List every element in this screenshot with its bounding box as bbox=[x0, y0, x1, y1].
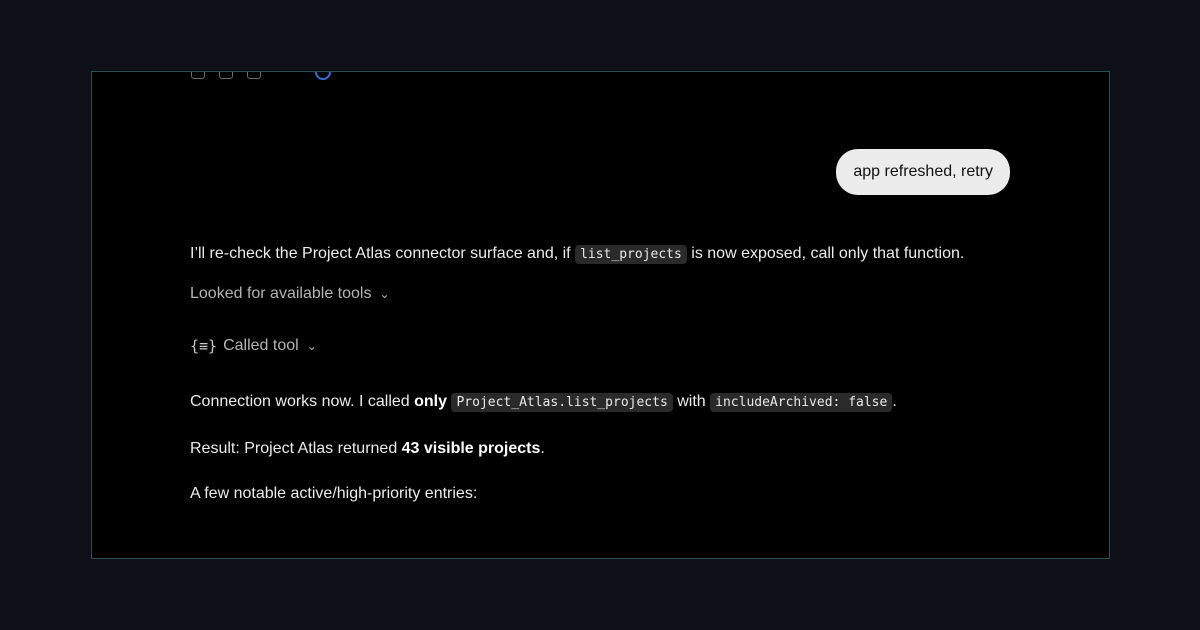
connection-paragraph: Connection works now. I called only Proj… bbox=[190, 387, 970, 417]
chat-window: app refreshed, retry I’ll re-check the P… bbox=[91, 71, 1110, 559]
share-icon[interactable] bbox=[247, 72, 261, 79]
inline-code-function: Project_Atlas.list_projects bbox=[451, 393, 673, 412]
looked-for-tools-toggle[interactable]: Looked for available tools ⌄ bbox=[190, 283, 970, 305]
connection-bold-only: only bbox=[414, 393, 448, 410]
tool-row-label: Looked for available tools bbox=[190, 285, 372, 302]
connection-text-start: Connection works now. I called bbox=[190, 393, 415, 410]
chevron-down-icon: ⌄ bbox=[306, 339, 317, 353]
edit-icon[interactable] bbox=[219, 72, 233, 79]
connection-text-middle: with bbox=[672, 393, 711, 410]
chevron-down-icon: ⌄ bbox=[379, 287, 390, 301]
user-message-bubble: app refreshed, retry bbox=[836, 149, 1010, 195]
inline-code-list-projects: list_projects bbox=[575, 245, 687, 264]
connection-text-end: . bbox=[892, 393, 897, 410]
notable-entries-heading: A few notable active/high-priority entri… bbox=[190, 485, 478, 502]
status-indicator-icon bbox=[315, 72, 331, 80]
inline-code-argument: includeArchived: false bbox=[710, 393, 893, 412]
result-text-end: . bbox=[540, 440, 545, 457]
intro-text-end: is now exposed, call only that function. bbox=[686, 245, 965, 262]
assistant-intro-paragraph: I’ll re-check the Project Atlas connecto… bbox=[190, 239, 970, 269]
user-message-text: app refreshed, retry bbox=[853, 163, 993, 180]
intro-text-start: I’ll re-check the Project Atlas connecto… bbox=[190, 245, 576, 262]
result-paragraph: Result: Project Atlas returned 43 visibl… bbox=[190, 434, 970, 463]
message-actions-toolbar bbox=[191, 72, 331, 80]
called-tool-toggle[interactable]: {≡} Called tool ⌄ bbox=[190, 335, 970, 357]
result-count-bold: 43 visible projects bbox=[401, 440, 541, 457]
copy-icon[interactable] bbox=[191, 72, 205, 79]
function-braces-icon: {≡} bbox=[190, 337, 218, 355]
assistant-response: I’ll re-check the Project Atlas connecto… bbox=[190, 239, 970, 508]
result-text-start: Result: Project Atlas returned bbox=[190, 440, 402, 457]
tool-row-label: Called tool bbox=[223, 337, 299, 354]
